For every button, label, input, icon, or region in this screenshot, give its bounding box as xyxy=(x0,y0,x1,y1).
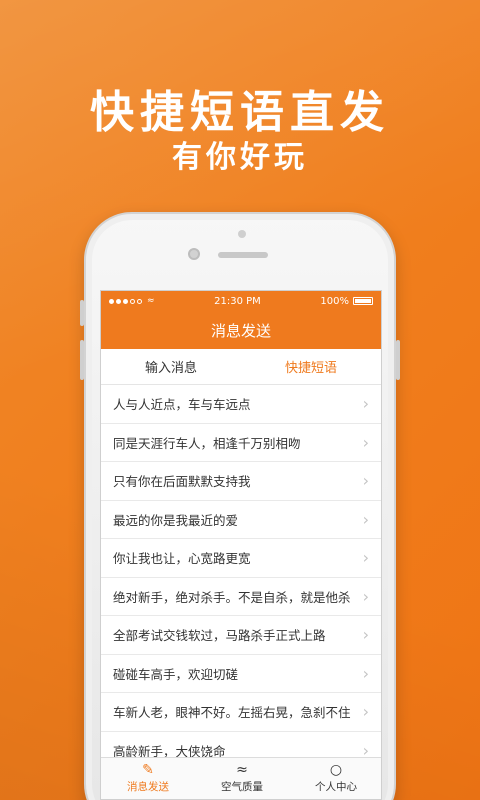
power-button xyxy=(396,340,400,380)
phrase-text: 碰碰车高手，欢迎切磋 xyxy=(113,666,239,682)
list-item[interactable]: 碰碰车高手，欢迎切磋 › xyxy=(101,655,381,693)
bottom-tab-bar: ✎ 消息发送 ≈ 空气质量 ○ 个人中心 xyxy=(101,757,381,799)
list-item[interactable]: 同是天涯行车人，相逢千万别相吻 › xyxy=(101,424,381,462)
phrase-list: 人与人近点，车与车远点 › 同是天涯行车人，相逢千万别相吻 › 只有你在后面默默支持… xyxy=(101,385,381,770)
phone-screen: ≈ 21:30 PM 100% 消息发送 输入消息 快捷短语 人与人近点，车与车… xyxy=(100,290,382,800)
chevron-right-icon: › xyxy=(362,394,369,414)
edit-icon: ✎ xyxy=(142,762,154,778)
tabbar-item-profile[interactable]: ○ 个人中心 xyxy=(289,758,381,799)
list-item[interactable]: 全部考试交钱软过，马路杀手正式上路 › xyxy=(101,616,381,655)
signal-icon: ≈ xyxy=(109,296,155,306)
phone-camera xyxy=(188,248,200,260)
chevron-right-icon: › xyxy=(362,471,369,491)
tabbar-item-send-message[interactable]: ✎ 消息发送 xyxy=(101,758,195,799)
phone-speaker xyxy=(218,252,268,258)
list-item[interactable]: 你让我也让，心宽路更宽 › xyxy=(101,539,381,578)
chevron-right-icon: › xyxy=(362,625,369,645)
volume-button xyxy=(80,340,84,380)
chevron-right-icon: › xyxy=(362,509,369,529)
nav-bar: 消息发送 xyxy=(101,311,381,349)
tab-input-message[interactable]: 输入消息 xyxy=(101,349,241,384)
status-time: 21:30 PM xyxy=(214,295,261,307)
list-item[interactable]: 车新人老，眼神不好。左摇右晃，急刹不住 › xyxy=(101,693,381,732)
wave-icon: ≈ xyxy=(236,762,248,778)
phrase-text: 人与人近点，车与车远点 xyxy=(113,397,251,413)
phrase-text: 全部考试交钱软过，马路杀手正式上路 xyxy=(113,628,326,644)
tabbar-label: 空气质量 xyxy=(221,781,263,793)
tab-quick-phrases[interactable]: 快捷短语 xyxy=(241,349,381,384)
list-item[interactable]: 最远的你是我最近的爱 › xyxy=(101,501,381,539)
page-title: 消息发送 xyxy=(210,321,271,340)
phrase-text: 同是天涯行车人，相逢千万别相吻 xyxy=(113,435,301,451)
promo-subheadline: 有你好玩 xyxy=(172,140,308,175)
phrase-text: 车新人老，眼神不好。左摇右晃，急刹不住 xyxy=(113,705,351,721)
tabbar-label: 个人中心 xyxy=(315,781,357,793)
chevron-right-icon: › xyxy=(362,663,369,683)
list-item[interactable]: 绝对新手，绝对杀手。不是自杀，就是他杀 › xyxy=(101,578,381,616)
person-icon: ○ xyxy=(329,762,343,778)
tabbar-item-air-quality[interactable]: ≈ 空气质量 xyxy=(195,758,289,799)
chevron-right-icon: › xyxy=(362,432,369,452)
tabbar-label: 消息发送 xyxy=(127,781,169,793)
phrase-text: 只有你在后面默默支持我 xyxy=(113,474,251,490)
battery-icon xyxy=(352,297,373,305)
wifi-icon: ≈ xyxy=(147,296,155,306)
chevron-right-icon: › xyxy=(362,586,369,606)
chevron-right-icon: › xyxy=(362,548,369,568)
phrase-text: 最远的你是我最近的爱 xyxy=(113,512,239,528)
chevron-right-icon: › xyxy=(362,702,369,722)
volume-button xyxy=(80,300,84,326)
list-item[interactable]: 人与人近点，车与车远点 › xyxy=(101,385,381,424)
phrase-text: 你让我也让，心宽路更宽 xyxy=(113,551,251,567)
phone-sensor xyxy=(238,230,246,238)
phrase-text: 绝对新手，绝对杀手。不是自杀，就是他杀 xyxy=(113,589,351,605)
list-item[interactable]: 只有你在后面默默支持我 › xyxy=(101,462,381,501)
promo-headline: 快捷短语直发 xyxy=(90,87,390,138)
battery-percent: 100% xyxy=(320,295,349,307)
status-bar: ≈ 21:30 PM 100% xyxy=(101,291,381,311)
segment-tabs: 输入消息 快捷短语 xyxy=(101,349,381,385)
